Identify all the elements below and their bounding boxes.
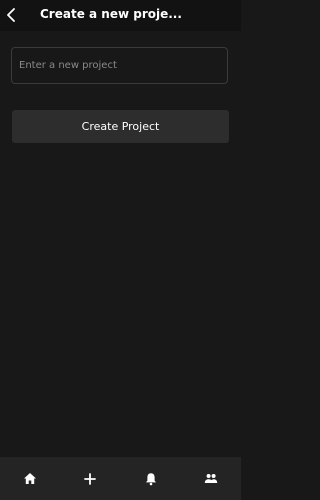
bell-icon (145, 472, 157, 486)
project-name-field[interactable] (11, 47, 228, 84)
back-button[interactable] (2, 4, 20, 26)
nav-item-people[interactable] (191, 459, 231, 499)
page-title: Create a new proje... (40, 7, 182, 21)
people-icon (204, 473, 218, 484)
screen: Create a new proje... Create Project (0, 0, 241, 500)
app-header: Create a new proje... (0, 0, 241, 31)
plus-icon (84, 472, 97, 485)
chevron-left-icon (6, 8, 16, 22)
create-project-label: Create Project (81, 120, 160, 133)
project-name-input[interactable] (12, 48, 227, 83)
nav-item-home[interactable] (10, 459, 50, 499)
home-icon (23, 472, 37, 485)
nav-item-add[interactable] (70, 459, 110, 499)
create-project-button[interactable]: Create Project (12, 110, 229, 143)
nav-item-notifications[interactable] (131, 459, 171, 499)
bottom-nav (0, 457, 241, 500)
